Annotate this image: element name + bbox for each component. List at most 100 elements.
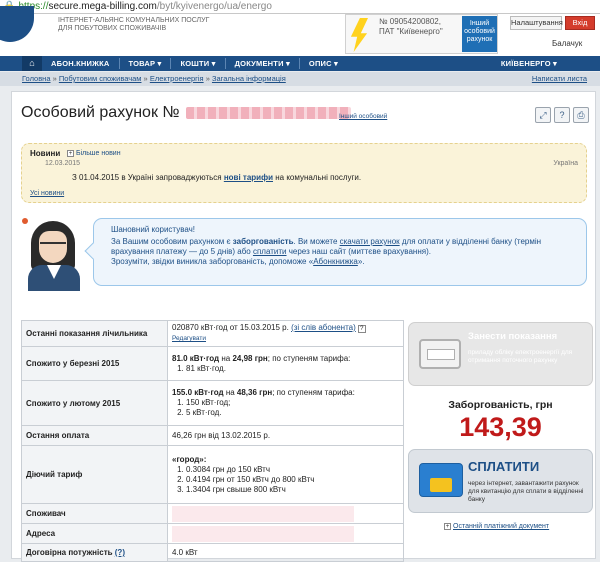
account-number: № 09054200802, bbox=[379, 17, 441, 26]
other-account-link[interactable]: Інший особовий bbox=[339, 113, 387, 120]
march-kwh: 81.0 кВт·год bbox=[172, 353, 220, 363]
exit-button[interactable]: Вхід bbox=[565, 16, 595, 30]
march-mid: на bbox=[219, 353, 233, 363]
enter-reading-button[interactable]: Занести показання приладу обліку електро… bbox=[408, 322, 593, 386]
news-text-before: З 01.04.2015 в Україні запроваджуються bbox=[72, 173, 224, 182]
provider-panel: № 09054200802, ПАТ "Київенерго" Інший ос… bbox=[345, 14, 498, 54]
message-line3: Зрозуміти, звідки виникла заборгованість… bbox=[111, 257, 581, 267]
header-description: ІНТЕРНЕТ-АЛЬЯНС КОМУНАЛЬНИХ ПОСЛУГ ДЛЯ П… bbox=[58, 17, 218, 33]
download-bill-link[interactable]: скачати рахунок bbox=[340, 237, 400, 246]
feb-steps: 150 кВт·год;5 кВт·год. bbox=[186, 398, 399, 418]
reading-source-link[interactable]: (зі слів абонента) bbox=[291, 323, 356, 332]
pay-button[interactable]: СПЛАТИТИ через інтернет, завантажити рах… bbox=[408, 449, 593, 513]
row-value: «город»: 0.3084 грн до 150 кВтч0.4194 гр… bbox=[167, 445, 404, 504]
nav-item-provider-label: КИЇВЕНЕРГО bbox=[500, 59, 551, 68]
nav-item-dokumenty-label: ДОКУМЕНТИ bbox=[234, 59, 284, 68]
address-bar[interactable]: 🔒https://secure.mega-billing.com/byt/kyi… bbox=[0, 0, 600, 14]
redacted-address bbox=[172, 525, 354, 542]
list-item: 1.3404 грн свыше 800 кВтч bbox=[186, 485, 399, 495]
last-payment-doc-link[interactable]: + Останній платіжний документ bbox=[444, 523, 549, 530]
row-label: Споживач bbox=[21, 503, 168, 524]
message-greeting: Шановний користувач! bbox=[111, 225, 196, 234]
feb-tail: ; по ступеням тарифа: bbox=[272, 388, 355, 397]
message-bubble: Шановний користувач! За Вашим особовим р… bbox=[84, 218, 587, 286]
nav-item-opys-label: ОПИС bbox=[308, 59, 332, 68]
breadcrumb-home[interactable]: Головна bbox=[22, 74, 51, 83]
news-country: Україна bbox=[553, 160, 578, 167]
msg-l3-a: Зрозуміти, звідки виникла заборгованість… bbox=[111, 257, 314, 266]
feb-kwh: 155.0 кВт·год bbox=[172, 388, 224, 397]
write-letter-link[interactable]: Написати листа bbox=[532, 72, 587, 86]
table-row: Останні показання лічильника 020870 кВт·… bbox=[21, 320, 404, 347]
redacted-account-number bbox=[185, 106, 351, 119]
avatar-glasses bbox=[40, 242, 66, 249]
settings-button[interactable]: Налаштування bbox=[510, 16, 563, 30]
last-payment-doc-label: Останній платіжний документ bbox=[453, 523, 550, 530]
table-row: Спожито у лютому 2015 155.0 кВт·год на 4… bbox=[21, 380, 404, 426]
breadcrumb-consumers[interactable]: Побутовим споживачам bbox=[59, 74, 142, 83]
all-news-link[interactable]: Усі новини bbox=[30, 190, 64, 197]
url-path: /byt/kyivenergo/ua/energo bbox=[156, 1, 272, 12]
abonbook-link[interactable]: Абонкнижка bbox=[313, 257, 358, 266]
row-label: Останні показання лічильника bbox=[21, 320, 168, 347]
nav-item-opys[interactable]: ОПИС ▾ bbox=[300, 59, 347, 68]
question-icon[interactable]: ? bbox=[357, 325, 366, 333]
nav-item-tovar[interactable]: ТОВАР ▾ bbox=[120, 59, 171, 68]
nav-item-dokumenty[interactable]: ДОКУМЕНТИ ▾ bbox=[226, 59, 299, 68]
news-heading: Новини bbox=[30, 149, 61, 158]
help-icon[interactable]: ? bbox=[554, 107, 570, 123]
power-help-link[interactable]: (?) bbox=[115, 548, 125, 557]
msg-l3-b: ». bbox=[357, 257, 365, 266]
home-icon[interactable]: ⌂ bbox=[22, 56, 42, 71]
feb-price: 48,36 грн bbox=[236, 388, 273, 397]
nav-item-koshty[interactable]: КОШТИ ▾ bbox=[171, 59, 224, 68]
message-line1: За Вашим особовим рахунком є заборговані… bbox=[111, 237, 581, 247]
msg-l1-a: За Вашим особовим рахунком є bbox=[111, 237, 233, 246]
plus-icon: + bbox=[67, 150, 74, 157]
header-desc-line2: ДЛЯ ПОБУТОВИХ СПОЖИВАЧІВ bbox=[58, 25, 167, 32]
new-tariffs-link[interactable]: нові тарифи bbox=[224, 173, 273, 182]
table-row: Спожито у березні 2015 81.0 кВт·год на 2… bbox=[21, 346, 404, 381]
news-text: З 01.04.2015 в Україні запроваджуються н… bbox=[72, 173, 361, 182]
march-steps: 81 кВт·год. bbox=[186, 364, 399, 374]
list-item: 81 кВт·год. bbox=[186, 364, 399, 374]
row-label: Адреса bbox=[21, 523, 168, 544]
assistant-avatar bbox=[18, 213, 93, 291]
page-title: Особовий рахунок № bbox=[21, 104, 351, 122]
news-date: 12.03.2015 bbox=[45, 160, 81, 167]
edit-reading-link[interactable]: Редагувати bbox=[172, 335, 206, 342]
user-name[interactable]: Балачук bbox=[552, 39, 582, 48]
nav-item-provider[interactable]: КИЇВЕНЕРГО ▾ bbox=[492, 59, 566, 68]
logo-icon[interactable] bbox=[0, 6, 34, 42]
meter-icon bbox=[419, 339, 461, 369]
table-row: Діючий тариф «город»: 0.3084 грн до 150 … bbox=[21, 445, 404, 504]
row-label: Спожито у лютому 2015 bbox=[21, 380, 168, 426]
list-item: 0.3084 грн до 150 кВтч bbox=[186, 465, 399, 475]
debt-label: Заборгованість, грн bbox=[448, 399, 553, 411]
other-account-button[interactable]: Інший особовий рахунок bbox=[462, 16, 497, 52]
news-text-after: на комунальні послуги. bbox=[273, 173, 362, 182]
msg-l2-b: через наш сайт (миттєве врахування). bbox=[286, 247, 431, 256]
account-table: Останні показання лічильника 020870 кВт·… bbox=[21, 320, 404, 562]
enter-reading-title: Занести показання bbox=[468, 331, 558, 342]
march-tail: ; по ступеням тарифа: bbox=[267, 353, 351, 363]
row-label: Діючий тариф bbox=[21, 445, 168, 504]
nav-item-tovar-label: ТОВАР bbox=[128, 59, 156, 68]
news-box: Новини + Більше новин 12.03.2015 Україна … bbox=[21, 143, 587, 203]
msg-l1-d: для оплати у відділенні банку (термін bbox=[399, 237, 542, 246]
msg-l2-a: врахування платежу — до 5 днів) або bbox=[111, 247, 253, 256]
nav-item-abon[interactable]: АБОН.КНИЖКА bbox=[42, 59, 119, 68]
row-value bbox=[167, 503, 404, 524]
table-row: Адреса bbox=[21, 523, 404, 544]
pay-link[interactable]: сплатити bbox=[253, 247, 287, 256]
table-row: Остання оплата 46,26 грн від 13.02.2015 … bbox=[21, 425, 404, 446]
more-news-link[interactable]: + Більше новин bbox=[67, 150, 121, 157]
list-item: 150 кВт·год; bbox=[186, 398, 399, 408]
print-icon[interactable]: ⎙ bbox=[573, 107, 589, 123]
provider-name: ПАТ "Київенерго" bbox=[379, 27, 443, 36]
breadcrumb-general[interactable]: Загальна інформація bbox=[212, 74, 286, 83]
expand-icon[interactable]: ⤢ bbox=[535, 107, 551, 123]
march-price: 24,98 грн bbox=[232, 353, 268, 363]
table-row: Споживач bbox=[21, 503, 404, 524]
breadcrumb-electricity[interactable]: Електроенергія bbox=[150, 74, 204, 83]
